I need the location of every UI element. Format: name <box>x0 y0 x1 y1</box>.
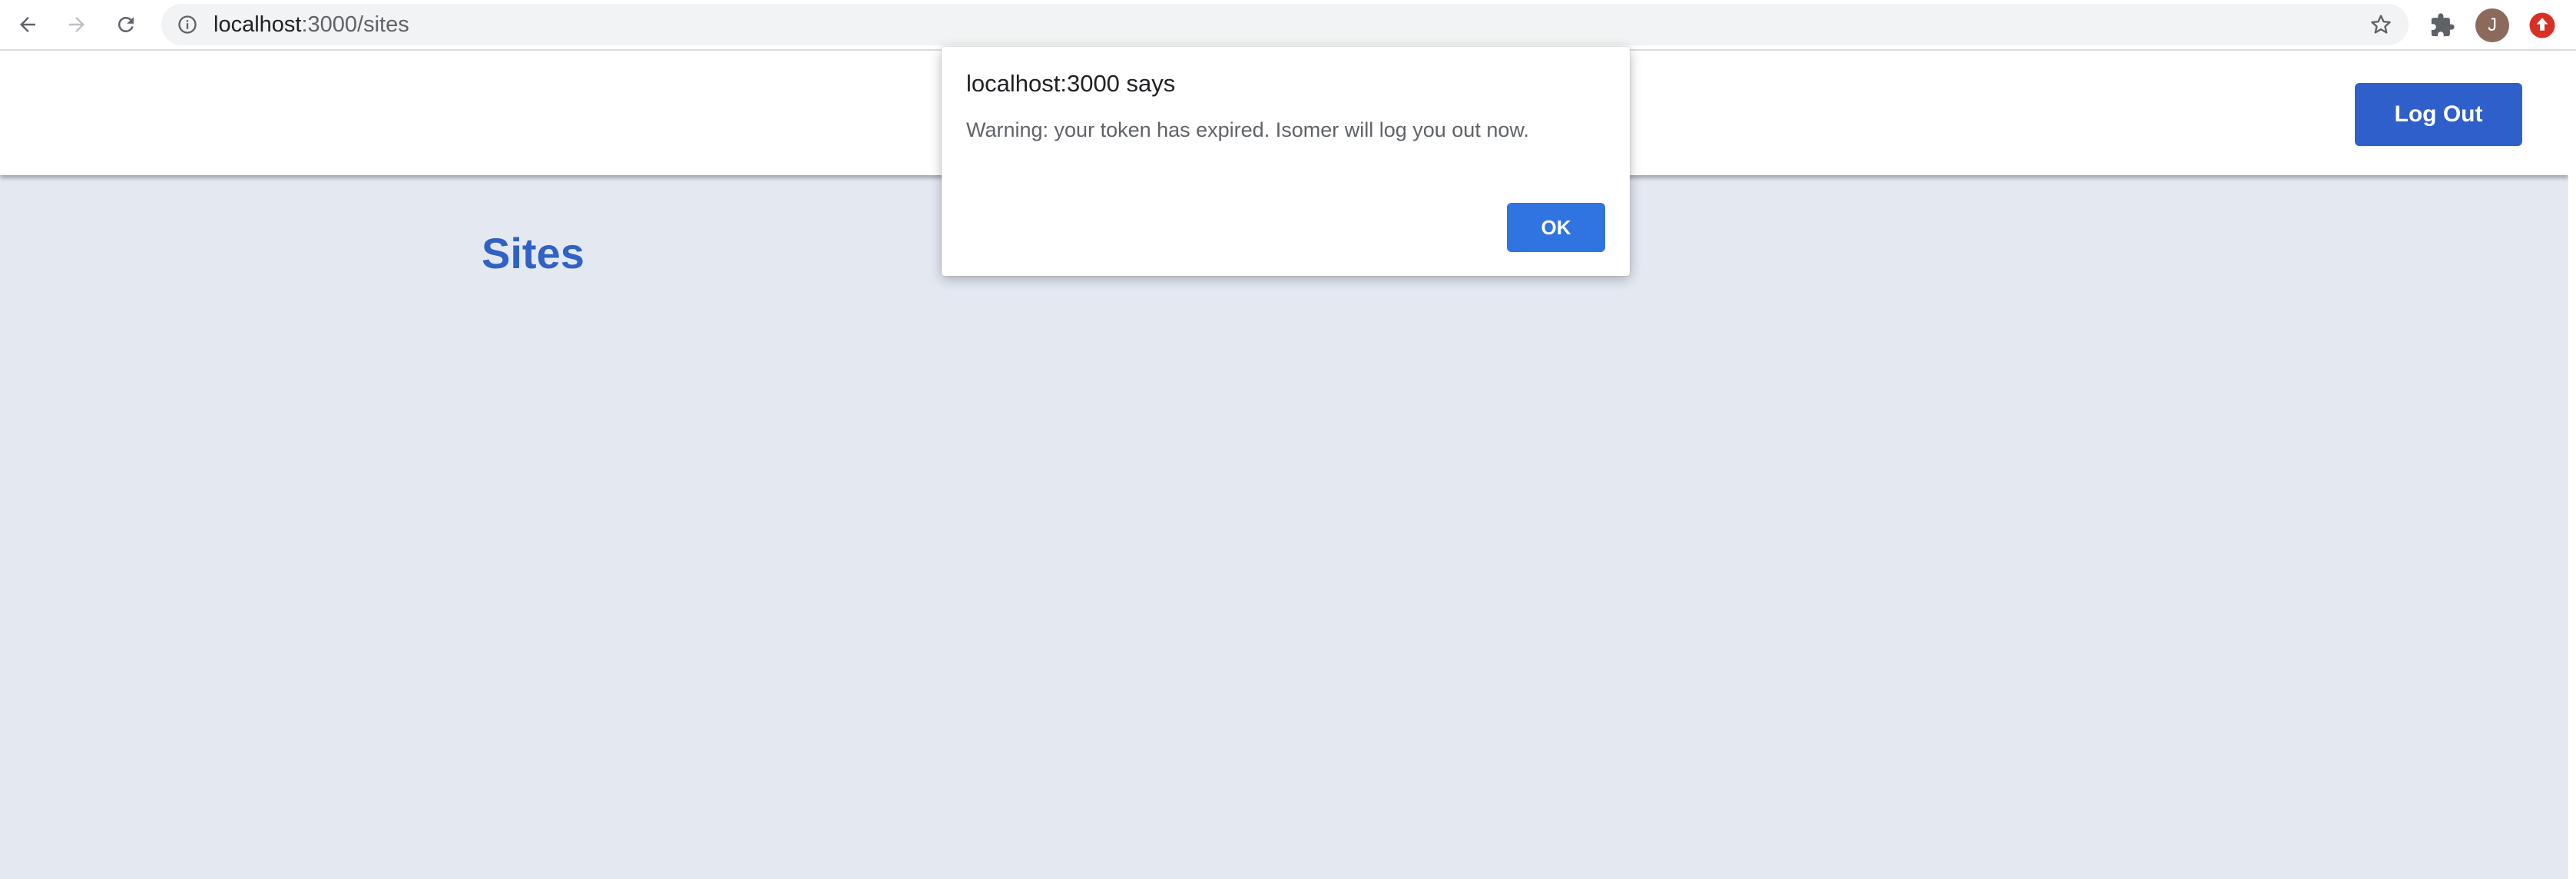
update-button[interactable] <box>2525 8 2559 42</box>
page-title: Sites <box>482 229 584 277</box>
profile-initial: J <box>2488 15 2497 35</box>
info-circle-icon[interactable] <box>177 14 198 35</box>
extensions-button[interactable] <box>2425 8 2459 42</box>
star-outline-icon[interactable] <box>2369 12 2393 37</box>
reload-button[interactable] <box>106 5 146 45</box>
scrollbar-track[interactable] <box>2568 51 2576 879</box>
alert-dialog: localhost:3000 says Warning: your token … <box>942 47 1630 276</box>
profile-avatar[interactable]: J <box>2475 8 2509 42</box>
logout-button[interactable]: Log Out <box>2355 83 2522 146</box>
arrow-left-icon <box>20 17 35 32</box>
ok-button[interactable]: OK <box>1507 203 1605 252</box>
address-bar[interactable]: localhost:3000/sites <box>161 4 2409 45</box>
puzzle-piece-icon <box>2431 13 2455 37</box>
url-text[interactable]: localhost:3000/sites <box>214 4 409 45</box>
url-path: :3000/sites <box>301 12 409 37</box>
reload-icon <box>118 16 134 32</box>
dialog-message: Warning: your token has expired. Isomer … <box>966 118 1529 141</box>
arrow-right-icon <box>69 17 84 32</box>
back-button[interactable] <box>8 5 48 45</box>
dialog-title: localhost:3000 says <box>966 70 1176 97</box>
forward-button[interactable] <box>57 5 97 45</box>
browser-toolbar: localhost:3000/sites J <box>0 0 2576 51</box>
url-host: localhost <box>214 12 302 37</box>
arrow-up-circle-icon <box>2529 12 2555 38</box>
